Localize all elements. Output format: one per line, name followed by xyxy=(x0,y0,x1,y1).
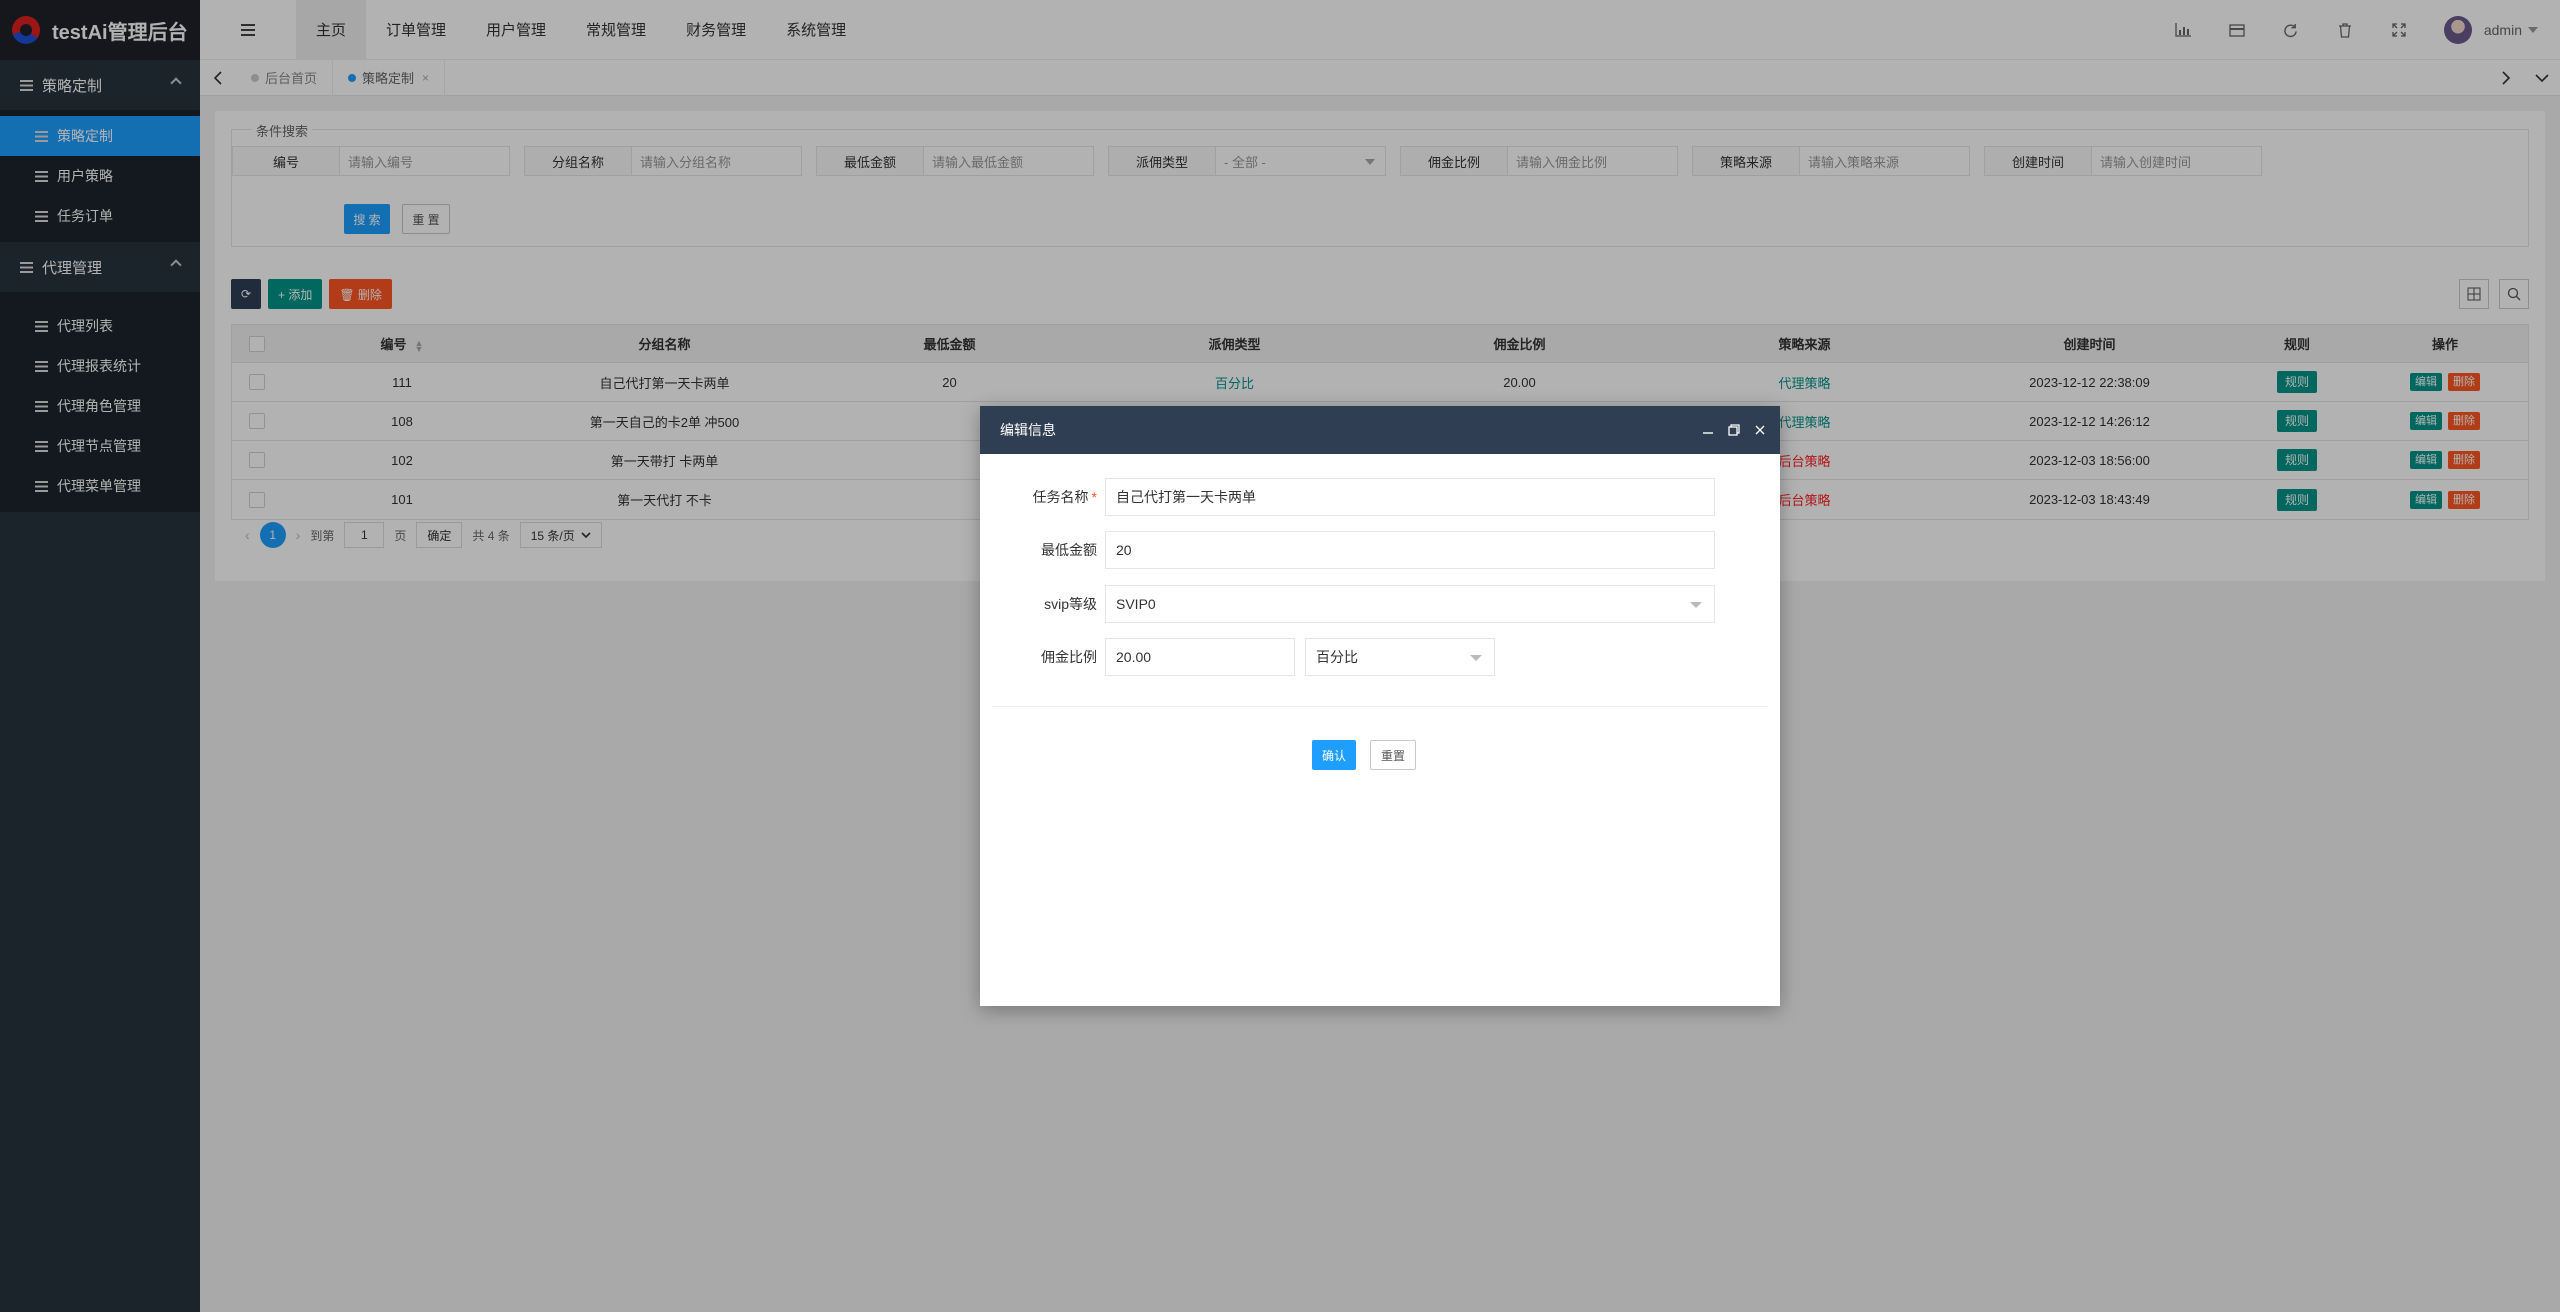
dialog-controls xyxy=(1702,406,1766,454)
caret-down-icon xyxy=(1470,655,1482,661)
minimize-icon[interactable] xyxy=(1702,424,1714,436)
divider xyxy=(992,706,1768,707)
dialog-title: 编辑信息 xyxy=(1000,422,1056,438)
svip-select[interactable]: SVIP0 xyxy=(1105,585,1715,623)
form-row-name: 任务名称 * 自己代打第一天卡两单 xyxy=(980,478,1715,516)
label-text: 任务名称 xyxy=(1032,489,1089,505)
edit-dialog: 编辑信息 任务名称 * 自己代打第一天卡两单 最低金额 20 svip等级 SVI… xyxy=(980,406,1780,1006)
form-row-ratio: 佣金比例 20.00 百分比 xyxy=(980,638,1495,676)
ratio-input[interactable]: 20.00 xyxy=(1105,638,1295,676)
form-row-svip: svip等级 SVIP0 xyxy=(980,585,1715,623)
task-name-input[interactable]: 自己代打第一天卡两单 xyxy=(1105,478,1715,516)
dialog-reset-button[interactable]: 重置 xyxy=(1370,740,1416,770)
confirm-button[interactable]: 确认 xyxy=(1312,740,1356,770)
svip-label: svip等级 xyxy=(1044,596,1097,612)
select-value: SVIP0 xyxy=(1116,596,1156,612)
min-amount-label: 最低金额 xyxy=(1041,542,1097,558)
app-root: testAi管理后台 策略定制 策略定制 用户策略 任务订单 代理管理 代理列表… xyxy=(0,0,2560,1312)
name-label: 任务名称 * xyxy=(980,487,1105,507)
dialog-header: 编辑信息 xyxy=(980,406,1780,454)
select-value: 百分比 xyxy=(1316,649,1358,665)
close-icon[interactable] xyxy=(1754,424,1766,436)
ratio-type-select[interactable]: 百分比 xyxy=(1305,638,1495,676)
min-amount-input[interactable]: 20 xyxy=(1105,531,1715,569)
required-marker: * xyxy=(1091,489,1097,505)
dialog-buttons: 确认 重置 xyxy=(1312,740,1416,770)
form-row-min: 最低金额 20 xyxy=(980,531,1715,569)
ratio-label: 佣金比例 xyxy=(1041,649,1097,665)
caret-down-icon xyxy=(1690,602,1702,608)
maximize-icon[interactable] xyxy=(1728,424,1740,436)
